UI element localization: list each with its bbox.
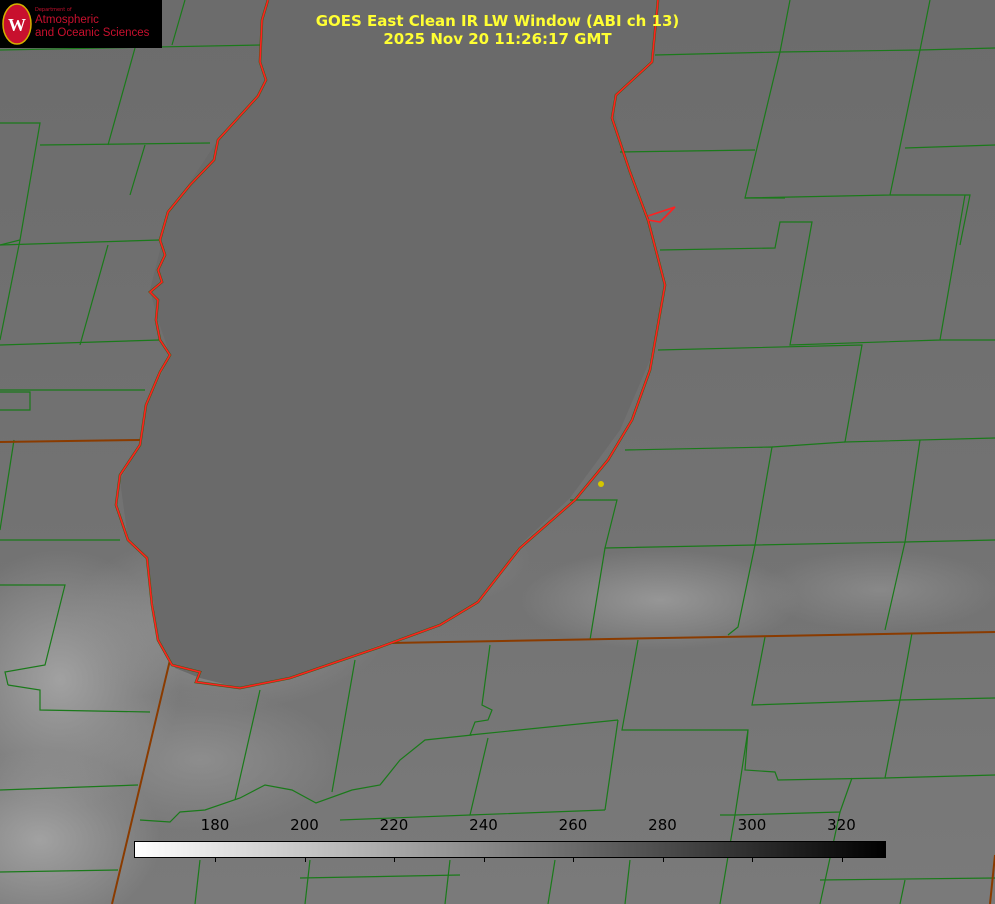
colorbar-tick-label: 200: [290, 816, 319, 834]
colorbar-tick-label: 260: [558, 816, 588, 834]
colorbar-tick-mark: [573, 858, 574, 862]
colorbar-tick-label: 280: [648, 816, 677, 834]
location-marker: [598, 481, 604, 487]
colorbar-tick-label: 300: [737, 816, 767, 834]
satellite-image-viewer: W Department of Atmospheric and Oceanic …: [0, 0, 995, 904]
colorbar-tick-label: 320: [827, 816, 856, 834]
colorbar-tick-mark: [394, 858, 395, 862]
ir-satellite-map: [0, 0, 995, 904]
colorbar-tick-mark: [662, 858, 664, 862]
colorbar-tick-label: 180: [200, 816, 230, 834]
colorbar-tick-mark: [483, 858, 485, 862]
colorbar-tick-mark: [841, 858, 843, 862]
colorbar-tick-mark: [752, 858, 753, 862]
colorbar-tick-label: 240: [469, 816, 498, 834]
image-title: GOES East Clean IR LW Window (ABI ch 13): [315, 12, 680, 30]
colorbar-tick-label: 220: [379, 816, 409, 834]
temperature-colorbar: [134, 841, 886, 858]
colorbar-tick-mark: [304, 858, 306, 862]
image-timestamp: 2025 Nov 20 11:26:17 GMT: [383, 30, 612, 48]
colorbar-tick-mark: [215, 858, 216, 862]
